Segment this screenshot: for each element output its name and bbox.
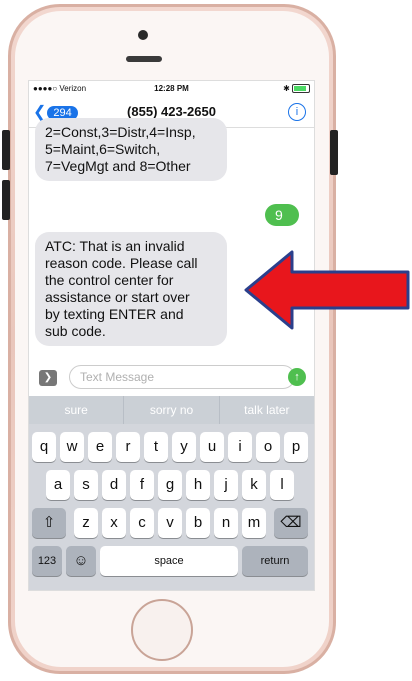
key-n[interactable]: n <box>214 508 238 538</box>
earpiece-speaker <box>126 56 162 62</box>
key-h[interactable]: h <box>186 470 210 500</box>
return-key[interactable]: return <box>242 546 308 576</box>
key-q[interactable]: q <box>32 432 56 462</box>
key-x[interactable]: x <box>102 508 126 538</box>
space-key[interactable]: space <box>100 546 238 576</box>
numbers-key[interactable]: 123 <box>32 546 62 576</box>
delete-key[interactable]: ⌫ <box>274 508 308 538</box>
keyboard-row-3: ⇧ z x c v b n m ⌫ <box>29 508 314 538</box>
key-v[interactable]: v <box>158 508 182 538</box>
key-j[interactable]: j <box>214 470 238 500</box>
contact-title: (855) 423-2650 <box>127 104 216 119</box>
send-arrow-icon[interactable]: ↑ <box>288 368 306 386</box>
outgoing-message: 9 <box>265 204 299 226</box>
key-z[interactable]: z <box>74 508 98 538</box>
key-d[interactable]: d <box>102 470 126 500</box>
message-thread: 2=Const,3=Distr,4=Insp, 5=Maint,6=Switch… <box>29 118 314 360</box>
suggestion-2[interactable]: sorry no <box>124 396 220 424</box>
expand-apps-icon[interactable]: ❯ <box>39 370 57 386</box>
suggestion-3[interactable]: talk later <box>220 396 314 424</box>
compose-bar: ❯ Text Message ↑ <box>29 360 314 396</box>
status-right: ✱ <box>283 84 310 94</box>
suggestion-1[interactable]: sure <box>29 396 125 424</box>
volume-up-button <box>2 130 10 170</box>
volume-down-button <box>2 180 10 220</box>
emoji-key-icon[interactable]: ☺ <box>66 546 96 576</box>
front-camera <box>138 30 148 40</box>
message-input[interactable]: Text Message <box>69 365 295 389</box>
key-m[interactable]: m <box>242 508 266 538</box>
key-f[interactable]: f <box>130 470 154 500</box>
key-t[interactable]: t <box>144 432 168 462</box>
key-r[interactable]: r <box>116 432 140 462</box>
home-button[interactable] <box>131 599 193 661</box>
shift-key[interactable]: ⇧ <box>32 508 66 538</box>
battery-icon <box>292 84 310 94</box>
key-g[interactable]: g <box>158 470 182 500</box>
key-o[interactable]: o <box>256 432 280 462</box>
key-c[interactable]: c <box>130 508 154 538</box>
keyboard-row-1: q w e r t y u i o p <box>29 432 314 462</box>
key-w[interactable]: w <box>60 432 84 462</box>
bluetooth-icon: ✱ <box>283 84 290 93</box>
key-e[interactable]: e <box>88 432 112 462</box>
key-p[interactable]: p <box>284 432 308 462</box>
key-a[interactable]: a <box>46 470 70 500</box>
key-l[interactable]: l <box>270 470 294 500</box>
incoming-message-2: ATC: That is an invalid reason code. Ple… <box>35 232 227 346</box>
info-icon[interactable]: i <box>288 103 306 121</box>
incoming-message-1: 2=Const,3=Distr,4=Insp, 5=Maint,6=Switch… <box>35 118 227 181</box>
key-u[interactable]: u <box>200 432 224 462</box>
key-s[interactable]: s <box>74 470 98 500</box>
key-k[interactable]: k <box>242 470 266 500</box>
key-b[interactable]: b <box>186 508 210 538</box>
keyboard-row-2: a s d f g h j k l <box>29 470 314 500</box>
keyboard: q w e r t y u i o p a s d f g h j k l ⇧ … <box>29 424 314 590</box>
clock: 12:28 PM <box>154 84 189 93</box>
phone-screen: ●●●●○ Verizon 12:28 PM ✱ ❮ 294 (855) 423-… <box>28 80 315 591</box>
power-button <box>330 130 338 175</box>
keyboard-row-4: 123 ☺ space return <box>29 546 314 576</box>
status-bar: ●●●●○ Verizon 12:28 PM ✱ <box>29 81 314 97</box>
quicktype-bar: sure sorry no talk later <box>29 396 314 424</box>
key-i[interactable]: i <box>228 432 252 462</box>
key-y[interactable]: y <box>172 432 196 462</box>
